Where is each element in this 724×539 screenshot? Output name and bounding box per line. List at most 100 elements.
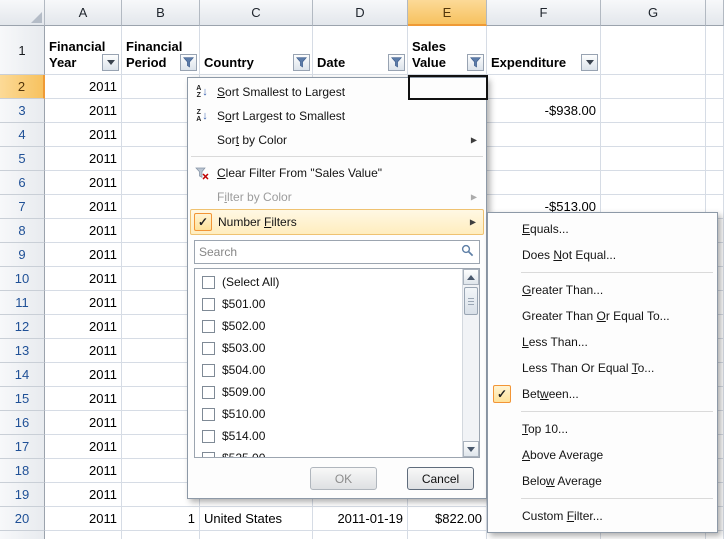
header-cell-D1[interactable]: Date [313,26,408,75]
cell-A16[interactable]: 2011 [45,411,122,435]
ok-button[interactable]: OK [310,467,377,490]
header-cell-C1[interactable]: Country [200,26,313,75]
row-header-6[interactable]: 6 [0,171,45,195]
cell-A15[interactable]: 2011 [45,387,122,411]
checkbox-icon[interactable] [202,430,215,443]
submenu-item-below-average[interactable]: Below Average [488,468,717,494]
checkbox-icon[interactable] [202,298,215,311]
checkbox-icon[interactable] [202,364,215,377]
column-header-B[interactable]: B [122,0,200,26]
row-header-16[interactable]: 16 [0,411,45,435]
row-header-14[interactable]: 14 [0,363,45,387]
submenu-item-less-than[interactable]: Less Than... [488,329,717,355]
submenu-item-greater-than-or-equal-to[interactable]: Greater Than Or Equal To... [488,303,717,329]
active-cell-E2[interactable] [408,75,488,100]
filter-value-row[interactable]: $514.00 [202,425,462,447]
column-header-E[interactable]: E [408,0,487,26]
cell-A3[interactable]: 2011 [45,99,122,123]
menu-item-filter-by-color[interactable]: Filter by Color▶ [190,185,484,209]
scroll-up-button[interactable] [463,269,479,285]
cell-A14[interactable]: 2011 [45,363,122,387]
cell-G5[interactable] [601,147,706,171]
filter-button-B[interactable] [180,54,197,71]
scroll-down-button[interactable] [463,441,479,457]
search-input[interactable] [199,245,461,259]
menu-item-number-filters[interactable]: ✓Number Filters▶ [190,209,484,235]
cell-G3[interactable] [601,99,706,123]
cell-A12[interactable]: 2011 [45,315,122,339]
checkbox-icon[interactable] [202,320,215,333]
row-header-10[interactable]: 10 [0,267,45,291]
menu-item-clear-filter-from-sales-value[interactable]: Clear Filter From "Sales Value" [190,161,484,185]
row-header-9[interactable]: 9 [0,243,45,267]
filter-value-row[interactable]: $509.00 [202,381,462,403]
filter-value-row[interactable]: $501.00 [202,293,462,315]
filter-button-F[interactable] [581,54,598,71]
row-header-7[interactable]: 7 [0,195,45,219]
menu-item-sort-by-color[interactable]: Sort by Color▶ [190,128,484,152]
row-header-8[interactable]: 8 [0,219,45,243]
filter-value-row[interactable]: $502.00 [202,315,462,337]
row-header-17[interactable]: 17 [0,435,45,459]
filter-button-E[interactable] [467,54,484,71]
header-cell-B1[interactable]: FinancialPeriod [122,26,200,75]
cell-A10[interactable]: 2011 [45,267,122,291]
cell-A11[interactable]: 2011 [45,291,122,315]
cell-F4[interactable] [487,123,601,147]
row-header-4[interactable]: 4 [0,123,45,147]
column-header-C[interactable]: C [200,0,313,26]
cell-F5[interactable] [487,147,601,171]
cell-G6[interactable] [601,171,706,195]
row-header-19[interactable]: 19 [0,483,45,507]
filter-value-row[interactable]: $503.00 [202,337,462,359]
submenu-item-custom-filter[interactable]: Custom Filter... [488,503,717,529]
cell-E20[interactable]: $822.00 [408,507,487,531]
row-header-21[interactable] [0,531,45,539]
header-cell-F1[interactable]: Expenditure [487,26,601,75]
cell-G4[interactable] [601,123,706,147]
scrollbar-thumb[interactable] [464,287,478,315]
row-header-15[interactable]: 15 [0,387,45,411]
checkbox-icon[interactable] [202,276,215,289]
cell-A4[interactable]: 2011 [45,123,122,147]
filter-value-row[interactable]: (Select All) [202,271,462,293]
submenu-item-between[interactable]: ✓Between... [488,381,717,407]
column-header-F[interactable]: F [487,0,601,26]
cell-B20[interactable]: 1 [122,507,200,531]
row-header-11[interactable]: 11 [0,291,45,315]
cell-D20[interactable]: 2011-01-19 [313,507,408,531]
header-cell-A1[interactable]: FinancialYear [45,26,122,75]
row-header-5[interactable]: 5 [0,147,45,171]
checkbox-icon[interactable] [202,452,215,458]
row-header-12[interactable]: 12 [0,315,45,339]
cell-C20[interactable]: United States [200,507,313,531]
cell-A2[interactable]: 2011 [45,75,122,99]
submenu-item-greater-than[interactable]: Greater Than... [488,277,717,303]
select-all-corner[interactable] [0,0,45,26]
cell-A17[interactable]: 2011 [45,435,122,459]
cell-A9[interactable]: 2011 [45,243,122,267]
row-header-18[interactable]: 18 [0,459,45,483]
row-header-2[interactable]: 2 [0,75,45,99]
cell-A19[interactable]: 2011 [45,483,122,507]
filter-button-A[interactable] [102,54,119,71]
cell-F3[interactable]: -$938.00 [487,99,601,123]
filter-value-row[interactable]: $504.00 [202,359,462,381]
cell-A18[interactable]: 2011 [45,459,122,483]
filter-value-row[interactable]: $525.00 [202,447,462,457]
cell-A8[interactable]: 2011 [45,219,122,243]
column-header-G[interactable]: G [601,0,706,26]
cancel-button[interactable]: Cancel [407,467,474,490]
cell-F2[interactable] [487,75,601,99]
filter-value-row[interactable]: $510.00 [202,403,462,425]
checkbox-icon[interactable] [202,408,215,421]
cell-A13[interactable]: 2011 [45,339,122,363]
column-header-A[interactable]: A [45,0,122,26]
row-header-13[interactable]: 13 [0,339,45,363]
cell-F6[interactable] [487,171,601,195]
cell-G2[interactable] [601,75,706,99]
row-header-1[interactable]: 1 [0,26,45,75]
submenu-item-does-not-equal[interactable]: Does Not Equal... [488,242,717,268]
cell-A7[interactable]: 2011 [45,195,122,219]
header-cell-E1[interactable]: SalesValue [408,26,487,75]
